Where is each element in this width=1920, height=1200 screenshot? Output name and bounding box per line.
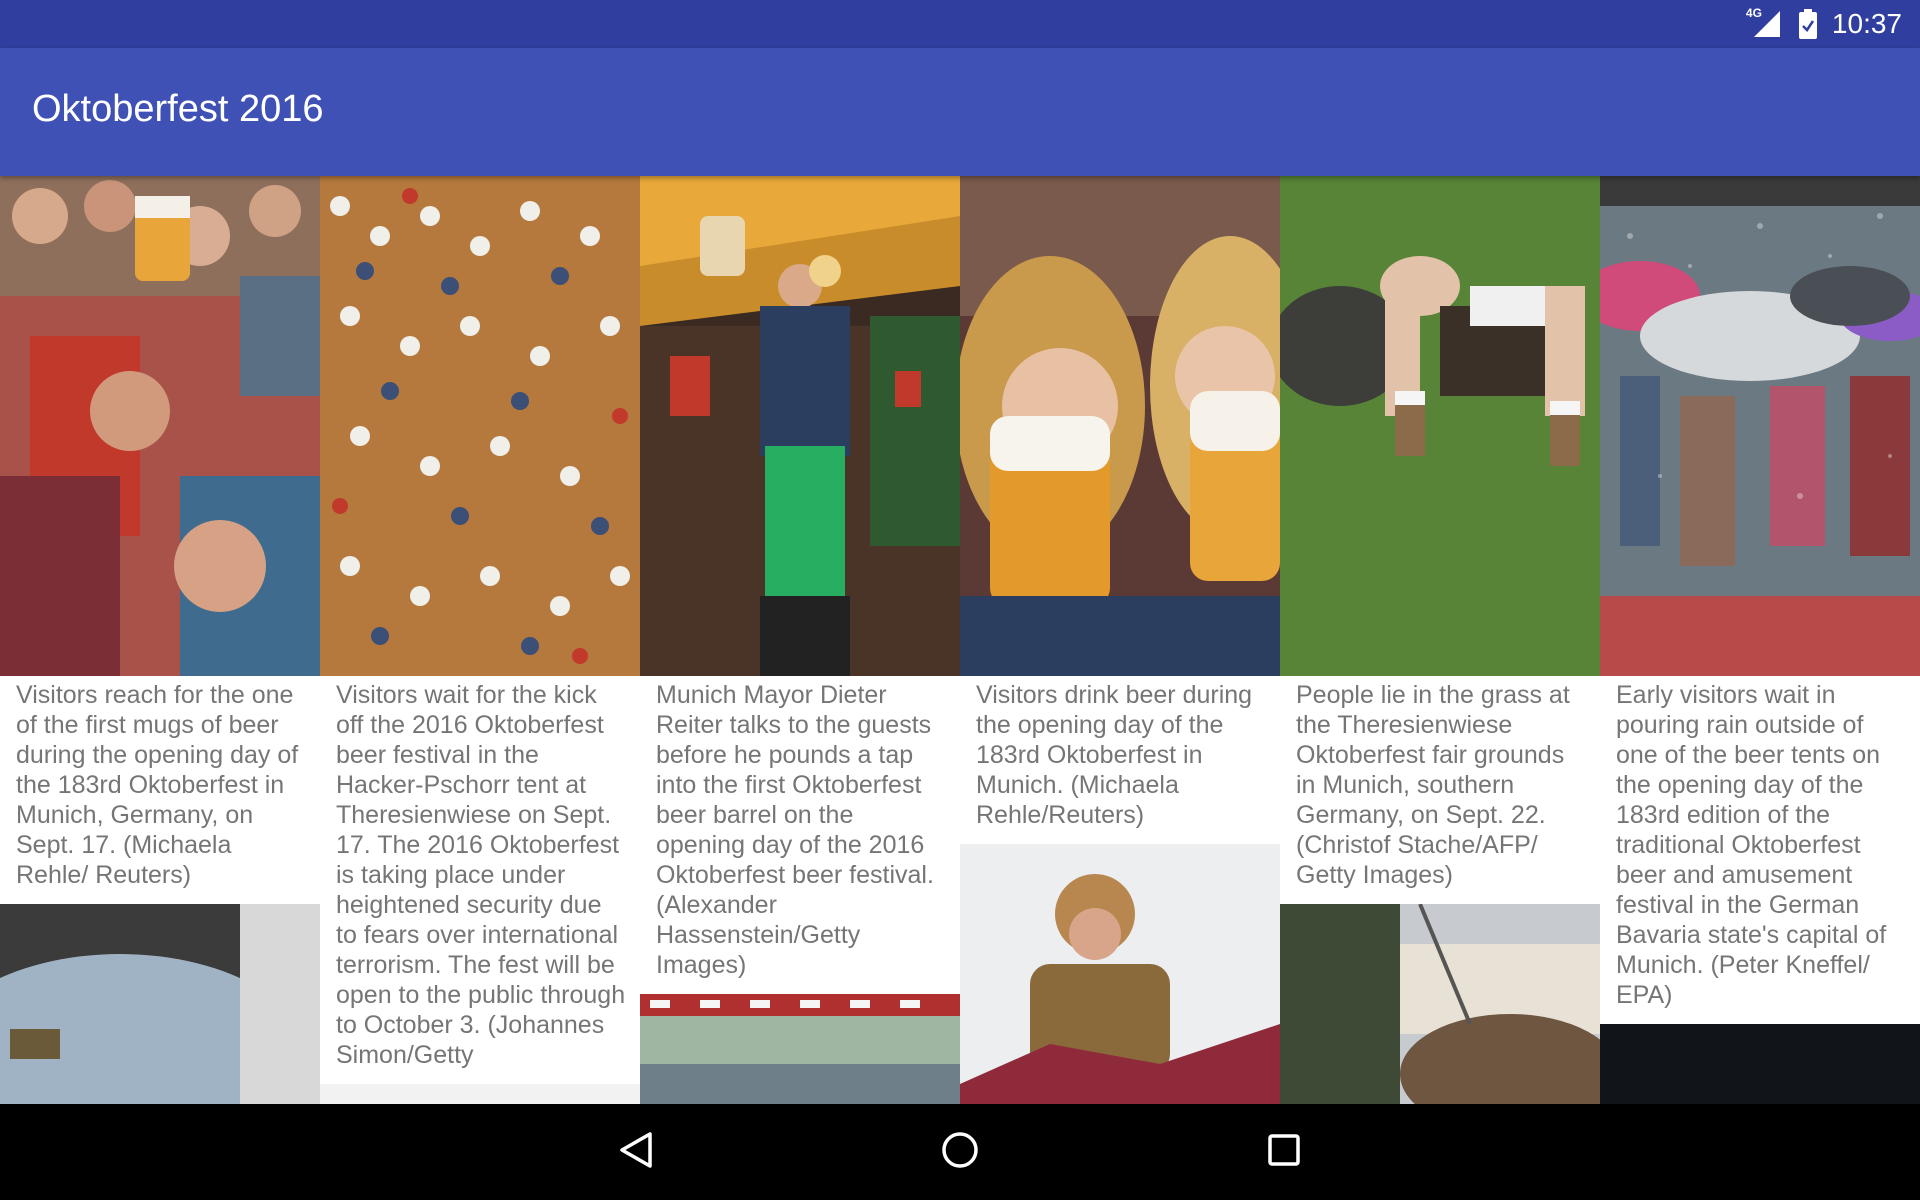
gallery-photo[interactable] (1600, 1024, 1920, 1104)
app-bar: Oktoberfest 2016 (0, 48, 1920, 176)
battery-icon (1798, 9, 1818, 39)
gallery-photo[interactable] (640, 176, 960, 676)
recents-square-icon (1266, 1132, 1302, 1173)
status-icons: 4G 10:37 (1746, 0, 1902, 48)
gallery-column: Visitors wait for the kick off the 2016 … (320, 176, 640, 1104)
status-bar: 4G 10:37 (0, 0, 1920, 48)
home-button[interactable] (936, 1128, 984, 1176)
network-type-label: 4G (1745, 6, 1762, 20)
photo-gallery-grid[interactable]: Visitors reach for the one of the first … (0, 176, 1920, 1104)
gallery-column: Munich Mayor Dieter Reiter talks to the … (640, 176, 960, 1104)
gallery-photo[interactable] (0, 904, 320, 1104)
gallery-column: Early visitors wait in pouring rain outs… (1600, 176, 1920, 1104)
gallery-photo[interactable] (320, 176, 640, 676)
gallery-photo[interactable] (960, 176, 1280, 676)
signal-icon: 4G (1746, 6, 1784, 39)
gallery-photo[interactable] (960, 844, 1280, 1104)
gallery-photo[interactable] (1280, 904, 1600, 1104)
gallery-photo[interactable] (640, 994, 960, 1104)
gallery-card[interactable]: People lie in the grass at the Theresien… (1280, 176, 1600, 904)
gallery-card[interactable]: Visitors wait for the kick off the 2016 … (320, 176, 640, 1084)
home-circle-icon (940, 1130, 980, 1175)
photo-caption: Munich Mayor Dieter Reiter talks to the … (640, 676, 960, 994)
gallery-photo[interactable] (1600, 176, 1920, 676)
gallery-photo[interactable] (1280, 176, 1600, 676)
status-time: 10:37 (1831, 8, 1902, 39)
photo-caption: Visitors wait for the kick off the 2016 … (320, 676, 640, 1084)
gallery-card[interactable]: Munich Mayor Dieter Reiter talks to the … (640, 176, 960, 994)
page-title: Oktoberfest 2016 (32, 88, 324, 130)
back-triangle-icon (618, 1130, 654, 1175)
gallery-card[interactable]: Visitors reach for the one of the first … (0, 176, 320, 904)
gallery-column: Visitors reach for the one of the first … (0, 176, 320, 1104)
back-button[interactable] (612, 1128, 660, 1176)
photo-caption: People lie in the grass at the Theresien… (1280, 676, 1600, 904)
gallery-card[interactable]: Visitors drink beer during the opening d… (960, 176, 1280, 844)
gallery-card[interactable]: Early visitors wait in pouring rain outs… (1600, 176, 1920, 1024)
gallery-column: Visitors drink beer during the opening d… (960, 176, 1280, 1104)
gallery-column: People lie in the grass at the Theresien… (1280, 176, 1600, 1104)
gallery-photo[interactable] (0, 176, 320, 676)
photo-caption: Visitors drink beer during the opening d… (960, 676, 1280, 844)
navigation-bar (0, 1104, 1920, 1200)
recents-button[interactable] (1260, 1128, 1308, 1176)
photo-caption: Early visitors wait in pouring rain outs… (1600, 676, 1920, 1024)
photo-caption: Visitors reach for the one of the first … (0, 676, 320, 904)
